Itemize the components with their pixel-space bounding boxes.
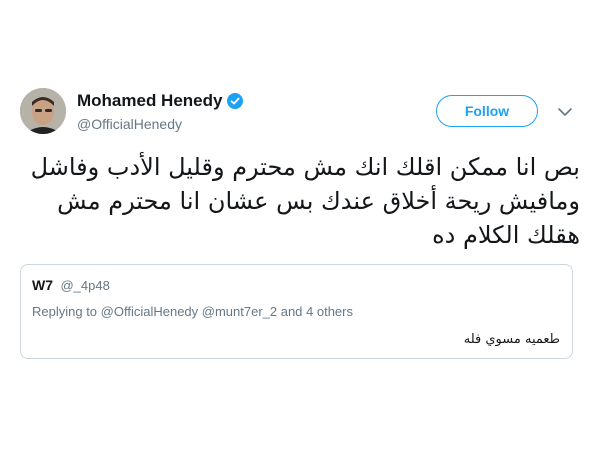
author-name-text: Mohamed Henedy: [77, 91, 223, 110]
tweet-text: بص انا ممكن اقلك انك مش محترم وقليل الأد…: [30, 153, 580, 249]
replying-to-text: Replying to @OfficialHenedy @munt7er_2 a…: [32, 304, 353, 319]
author-handle[interactable]: @OfficialHenedy: [77, 116, 182, 132]
author-avatar[interactable]: [20, 88, 66, 134]
avatar-photo: [20, 88, 66, 134]
quoted-author-name: W7: [32, 277, 53, 293]
quoted-tweet-text: طعميه مسوي فله: [463, 332, 560, 347]
follow-button[interactable]: Follow: [436, 95, 538, 127]
author-name[interactable]: Mohamed Henedy: [77, 91, 244, 111]
quoted-author-handle: @_4p48: [60, 278, 110, 293]
verified-badge-icon: [227, 93, 244, 109]
quoted-tweet-header: W7 @_4p48: [32, 277, 110, 295]
chevron-down-icon[interactable]: [557, 107, 573, 117]
quoted-tweet-card[interactable]: W7 @_4p48 Replying to @OfficialHenedy @m…: [20, 264, 573, 359]
